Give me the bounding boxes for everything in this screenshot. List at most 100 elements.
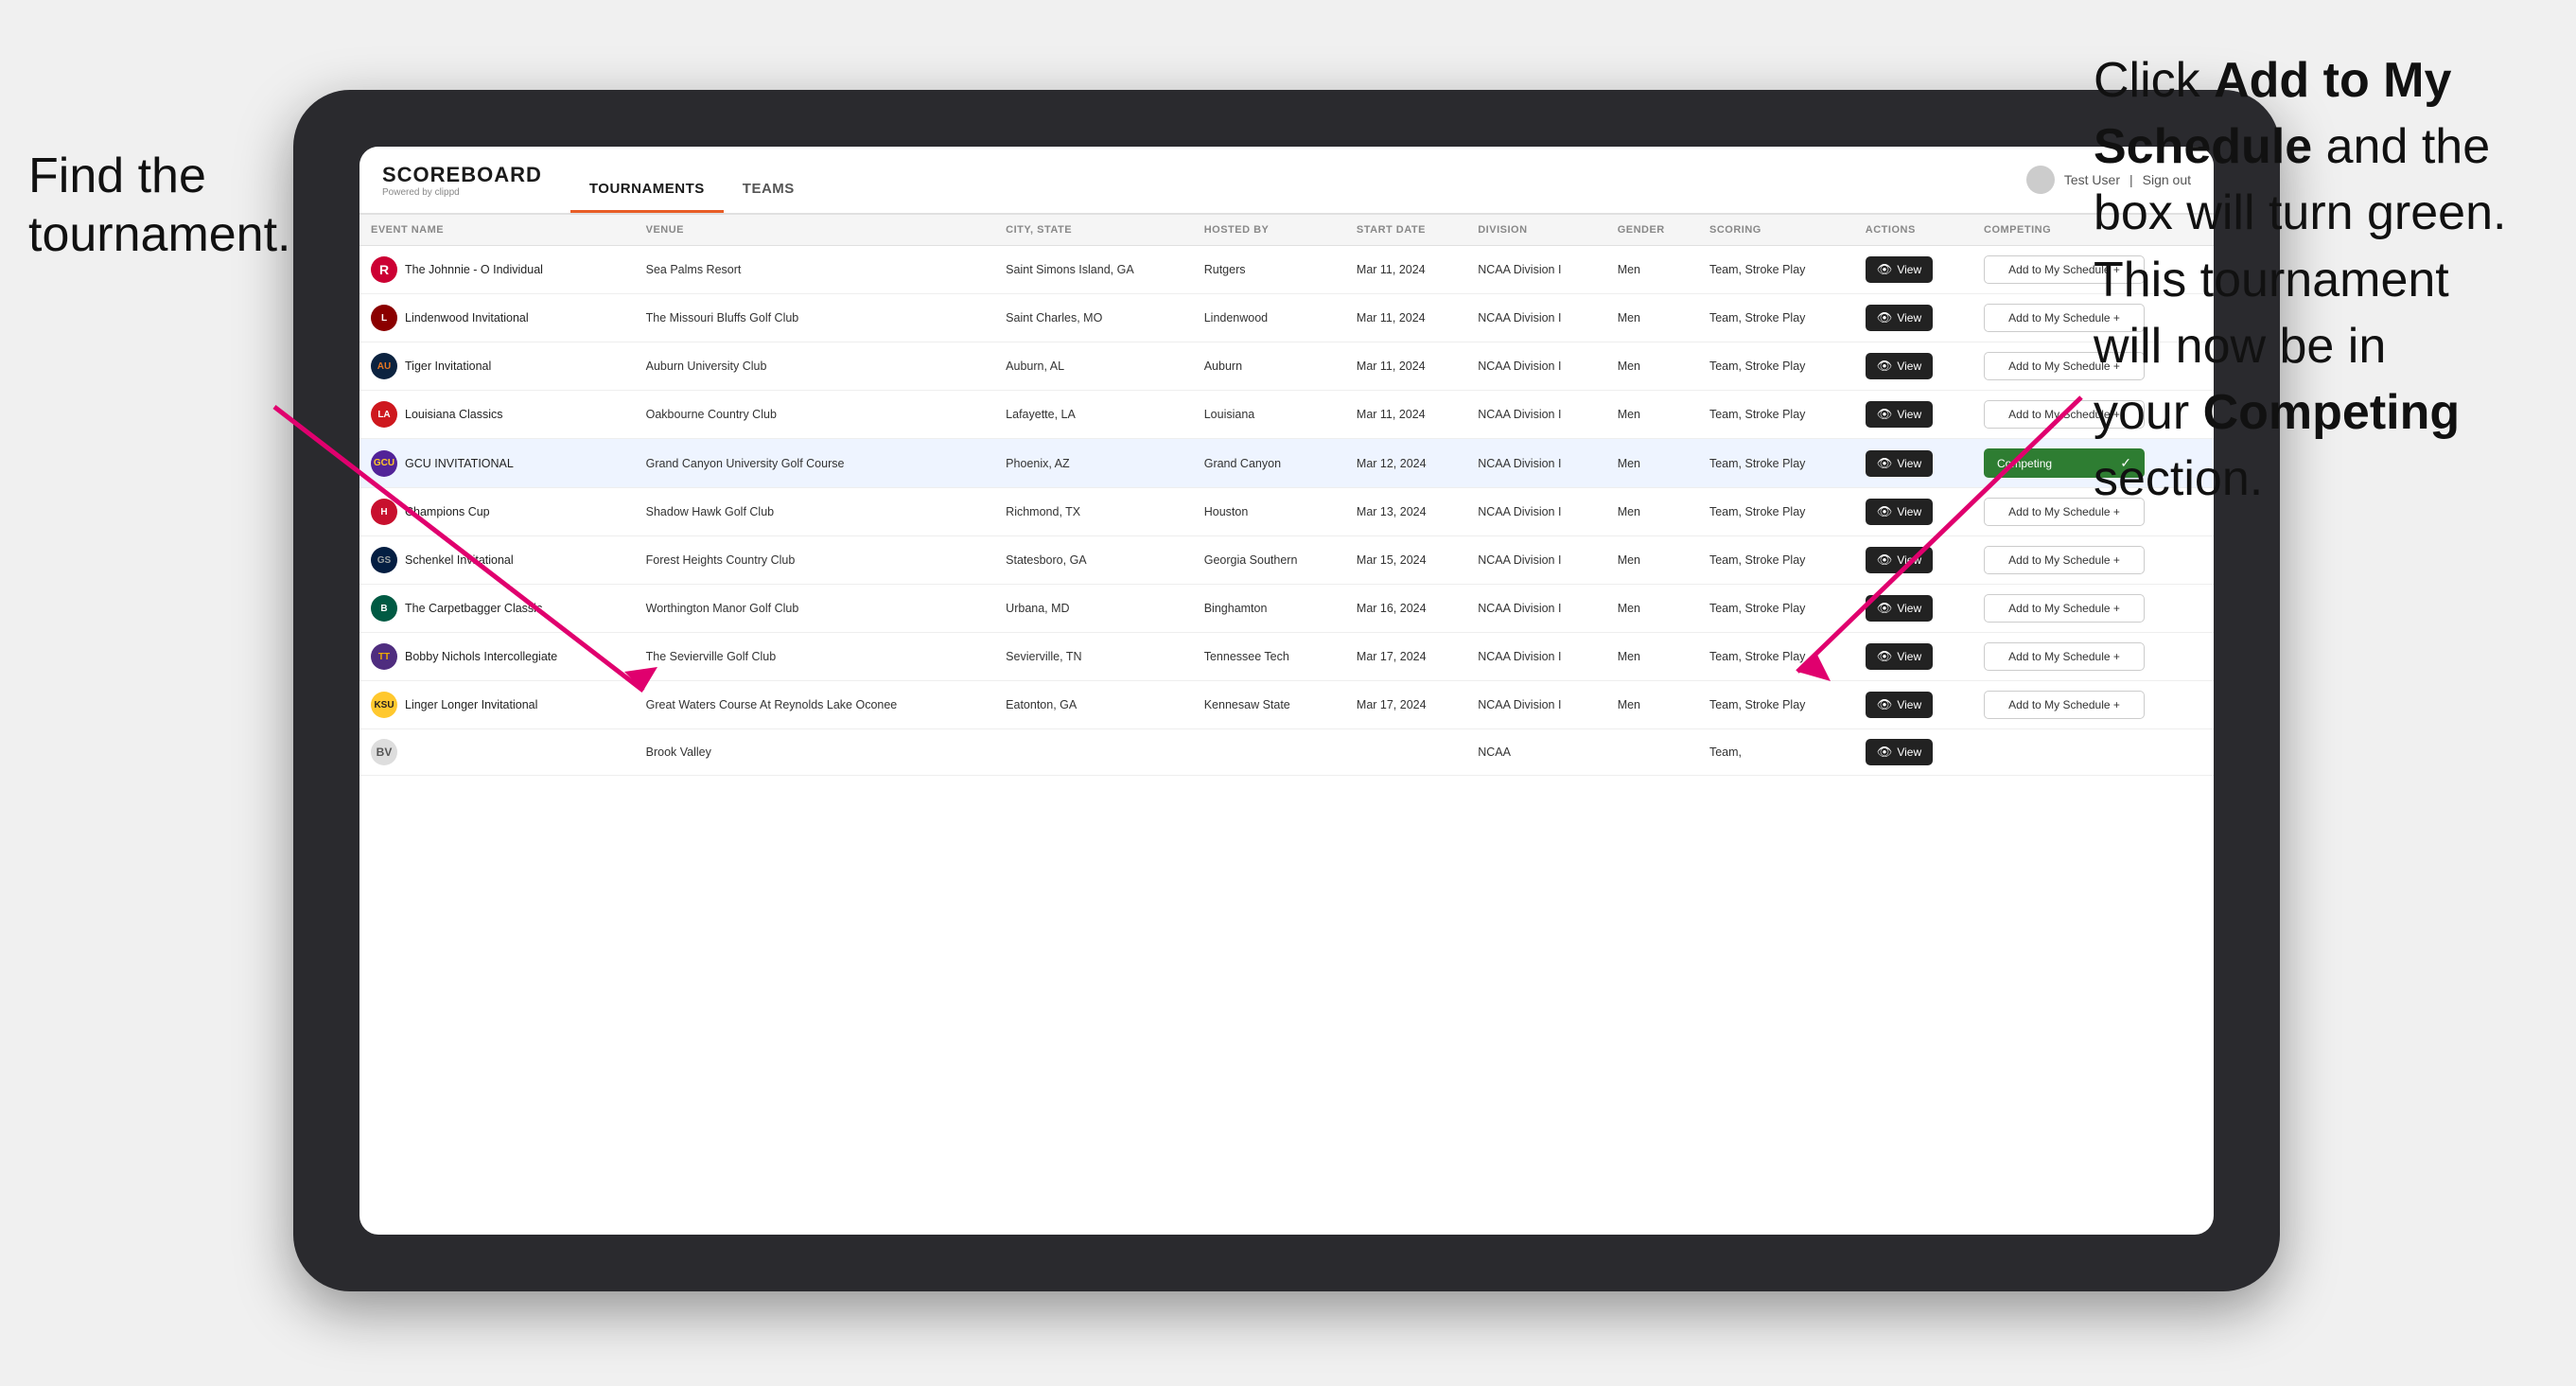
competing-label: Competing xyxy=(1997,457,2052,470)
actions-cell: 👁 View xyxy=(1854,342,1972,391)
add-to-schedule-button[interactable]: Add to My Schedule + xyxy=(1984,691,2145,719)
view-button[interactable]: 👁 View xyxy=(1866,692,1933,718)
division-cell: NCAA Division I xyxy=(1466,439,1605,488)
division-cell: NCAA xyxy=(1466,729,1605,776)
actions-cell: 👁 View xyxy=(1854,246,1972,294)
view-button[interactable]: 👁 View xyxy=(1866,739,1933,765)
view-button[interactable]: 👁 View xyxy=(1866,305,1933,331)
hosted-by-cell: Binghamton xyxy=(1193,585,1345,633)
gender-cell xyxy=(1606,729,1698,776)
division-cell: NCAA Division I xyxy=(1466,246,1605,294)
scoring-cell: Team, Stroke Play xyxy=(1698,681,1854,729)
table-header: EVENT NAME VENUE CITY, STATE HOSTED BY S… xyxy=(359,215,2214,246)
division-cell: NCAA Division I xyxy=(1466,536,1605,585)
view-button[interactable]: 👁 View xyxy=(1866,256,1933,283)
start-date-cell: Mar 17, 2024 xyxy=(1345,633,1466,681)
event-name-cell: B The Carpetbagger Classic xyxy=(359,585,635,633)
venue-cell: Great Waters Course At Reynolds Lake Oco… xyxy=(635,681,995,729)
view-button[interactable]: 👁 View xyxy=(1866,353,1933,379)
venue-cell: Worthington Manor Golf Club xyxy=(635,585,995,633)
city-state-cell: Saint Simons Island, GA xyxy=(994,246,1193,294)
competing-cell xyxy=(1972,729,2214,776)
event-name-cell: AU Tiger Invitational xyxy=(359,342,635,391)
add-to-schedule-button[interactable]: Add to My Schedule + xyxy=(1984,594,2145,623)
col-scoring: SCORING xyxy=(1698,215,1854,246)
hosted-by-cell xyxy=(1193,729,1345,776)
col-hosted-by: HOSTED BY xyxy=(1193,215,1345,246)
venue-cell: Brook Valley xyxy=(635,729,995,776)
event-name-text: Louisiana Classics xyxy=(405,408,503,421)
eye-icon: 👁 xyxy=(1877,504,1893,519)
col-venue: VENUE xyxy=(635,215,995,246)
actions-cell: 👁 View xyxy=(1854,488,1972,536)
eye-icon: 👁 xyxy=(1877,262,1893,277)
start-date-cell xyxy=(1345,729,1466,776)
city-state-cell: Urbana, MD xyxy=(994,585,1193,633)
col-actions: ACTIONS xyxy=(1854,215,1972,246)
venue-cell: Forest Heights Country Club xyxy=(635,536,995,585)
event-name-cell: R The Johnnie - O Individual xyxy=(359,246,635,294)
venue-cell: Shadow Hawk Golf Club xyxy=(635,488,995,536)
scoring-cell: Team, Stroke Play xyxy=(1698,633,1854,681)
view-button[interactable]: 👁 View xyxy=(1866,595,1933,622)
event-name-cell: GCU GCU INVITATIONAL xyxy=(359,439,635,488)
division-cell: NCAA Division I xyxy=(1466,342,1605,391)
gender-cell: Men xyxy=(1606,294,1698,342)
gender-cell: Men xyxy=(1606,681,1698,729)
event-name-cell: KSU Linger Longer Invitational xyxy=(359,681,635,729)
event-name-cell: GS Schenkel Invitational xyxy=(359,536,635,585)
col-event-name: EVENT NAME xyxy=(359,215,635,246)
tab-tournaments[interactable]: TOURNAMENTS xyxy=(570,173,724,213)
team-logo: L xyxy=(371,305,397,331)
team-logo: BV xyxy=(371,739,397,765)
team-logo: H xyxy=(371,499,397,525)
scoring-cell: Team, Stroke Play xyxy=(1698,488,1854,536)
col-start-date: START DATE xyxy=(1345,215,1466,246)
actions-cell: 👁 View xyxy=(1854,536,1972,585)
scoring-cell: Team, Stroke Play xyxy=(1698,246,1854,294)
gender-cell: Men xyxy=(1606,585,1698,633)
gender-cell: Men xyxy=(1606,488,1698,536)
eye-icon: 👁 xyxy=(1877,359,1893,374)
hosted-by-cell: Kennesaw State xyxy=(1193,681,1345,729)
competing-cell: Add to My Schedule + xyxy=(1972,681,2214,729)
table-container[interactable]: EVENT NAME VENUE CITY, STATE HOSTED BY S… xyxy=(359,215,2214,1235)
actions-cell: 👁 View xyxy=(1854,729,1972,776)
division-cell: NCAA Division I xyxy=(1466,633,1605,681)
tab-teams[interactable]: TEAMS xyxy=(724,173,814,213)
event-name-cell: LA Louisiana Classics xyxy=(359,391,635,439)
table-row: BV Brook Valley NCAA Team, 👁 View xyxy=(359,729,2214,776)
division-cell: NCAA Division I xyxy=(1466,391,1605,439)
team-logo: KSU xyxy=(371,692,397,718)
logo-area: SCOREBOARD Powered by clippd xyxy=(382,163,542,198)
start-date-cell: Mar 15, 2024 xyxy=(1345,536,1466,585)
event-name-text: Tiger Invitational xyxy=(405,360,491,373)
view-button[interactable]: 👁 View xyxy=(1866,499,1933,525)
eye-icon: 👁 xyxy=(1877,649,1893,664)
view-button[interactable]: 👁 View xyxy=(1866,643,1933,670)
tournaments-table: EVENT NAME VENUE CITY, STATE HOSTED BY S… xyxy=(359,215,2214,776)
event-name-cell: H Champions Cup xyxy=(359,488,635,536)
team-logo: AU xyxy=(371,353,397,379)
actions-cell: 👁 View xyxy=(1854,585,1972,633)
event-name-text: Champions Cup xyxy=(405,505,490,518)
start-date-cell: Mar 11, 2024 xyxy=(1345,246,1466,294)
view-button[interactable]: 👁 View xyxy=(1866,450,1933,477)
view-button[interactable]: 👁 View xyxy=(1866,547,1933,573)
add-to-schedule-button[interactable]: Add to My Schedule + xyxy=(1984,546,2145,574)
add-to-schedule-button[interactable]: Add to My Schedule + xyxy=(1984,642,2145,671)
hosted-by-cell: Houston xyxy=(1193,488,1345,536)
scoring-cell: Team, Stroke Play xyxy=(1698,439,1854,488)
actions-cell: 👁 View xyxy=(1854,439,1972,488)
eye-icon: 👁 xyxy=(1877,456,1893,471)
table-row: GCU GCU INVITATIONAL Grand Canyon Univer… xyxy=(359,439,2214,488)
eye-icon: 👁 xyxy=(1877,697,1893,712)
eye-icon: 👁 xyxy=(1877,310,1893,325)
city-state-cell: Statesboro, GA xyxy=(994,536,1193,585)
eye-icon: 👁 xyxy=(1877,553,1893,568)
table-row: H Champions Cup Shadow Hawk Golf Club Ri… xyxy=(359,488,2214,536)
hosted-by-cell: Auburn xyxy=(1193,342,1345,391)
competing-cell: Add to My Schedule + xyxy=(1972,585,2214,633)
table-row: L Lindenwood Invitational The Missouri B… xyxy=(359,294,2214,342)
view-button[interactable]: 👁 View xyxy=(1866,401,1933,428)
